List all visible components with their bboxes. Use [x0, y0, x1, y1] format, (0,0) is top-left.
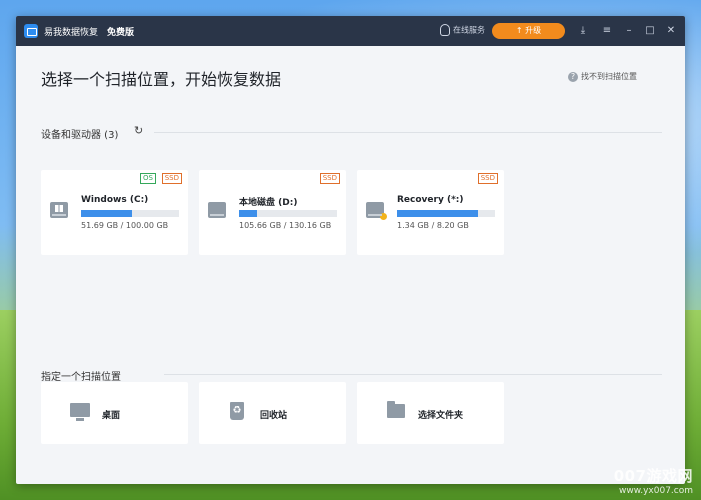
app-window: 易我数据恢复 免费版 在线服务 ↑ 升级 ⤓ ≡ – □ ✕ 选择一个扫描位置，…: [16, 16, 685, 484]
watermark-title: 007游戏网: [613, 467, 693, 485]
drive-name: 本地磁盘 (D:): [239, 198, 298, 208]
download-icon[interactable]: ⤓: [577, 25, 589, 37]
os-tag: OS: [140, 173, 156, 184]
location-select-folder[interactable]: 选择文件夹: [357, 382, 504, 444]
locked-drive-icon: [366, 202, 387, 220]
question-icon: ?: [568, 71, 578, 82]
usage-bar-fill: [239, 210, 257, 217]
windows-drive-icon: [50, 202, 68, 218]
online-service-button[interactable]: 在线服务: [440, 24, 485, 36]
online-service-label: 在线服务: [453, 25, 485, 35]
devices-section-title: 设备和驱动器 (3): [41, 130, 119, 141]
title-bar: 易我数据恢复 免费版 在线服务 ↑ 升级 ⤓ ≡ – □ ✕: [16, 16, 685, 46]
watermark-url: www.yx007.com: [618, 486, 693, 496]
arrow-up-icon: ↑: [515, 26, 523, 35]
minimize-icon[interactable]: –: [623, 25, 635, 37]
ssd-tag: SSD: [477, 173, 498, 184]
upgrade-label: 升级: [525, 26, 542, 35]
site-watermark: 007游戏网 www.yx007.com: [614, 465, 693, 496]
location-recycle-bin[interactable]: ♻ 回收站: [199, 382, 346, 444]
location-label: 桌面: [102, 411, 121, 421]
upgrade-button[interactable]: ↑ 升级: [492, 23, 565, 39]
location-section-title: 指定一个扫描位置: [41, 372, 121, 383]
drive-name: Windows (C:): [81, 195, 149, 205]
recycle-bin-icon: ♻: [230, 402, 244, 420]
devices-divider: [154, 132, 662, 133]
usage-bar-fill: [81, 210, 132, 217]
ssd-tag: SSD: [319, 173, 340, 184]
drive-name: Recovery (*:): [397, 195, 464, 205]
app-logo-icon: [24, 24, 38, 38]
menu-icon[interactable]: ≡: [601, 25, 613, 37]
drive-size: 51.69 GB / 100.00 GB: [81, 221, 169, 230]
location-label: 回收站: [260, 411, 288, 421]
lock-icon: [380, 213, 387, 220]
close-icon[interactable]: ✕: [665, 25, 677, 37]
desktop-icon: [70, 403, 90, 421]
location-label: 选择文件夹: [418, 411, 464, 421]
usage-bar: [81, 210, 179, 217]
ssd-tag: SSD: [161, 173, 182, 184]
support-icon: [440, 24, 450, 36]
usage-bar: [397, 210, 495, 217]
drive-size: 105.66 GB / 130.16 GB: [239, 221, 332, 230]
page-title: 选择一个扫描位置，开始恢复数据: [41, 70, 282, 89]
cannot-find-location-link[interactable]: ? 找不到扫描位置: [568, 71, 637, 82]
location-divider: [164, 374, 662, 375]
maximize-icon[interactable]: □: [644, 25, 656, 37]
drive-card-d[interactable]: SSD 本地磁盘 (D:) 105.66 GB / 130.16 GB: [199, 170, 346, 255]
location-desktop[interactable]: 桌面: [41, 382, 188, 444]
refresh-icon[interactable]: ↻: [134, 125, 144, 136]
drive-size: 1.34 GB / 8.20 GB: [397, 221, 469, 230]
app-title: 易我数据恢复: [44, 28, 99, 38]
usage-bar: [239, 210, 337, 217]
drive-card-c[interactable]: OS SSD Windows (C:) 51.69 GB / 100.00 GB: [41, 170, 188, 255]
usage-bar-fill: [397, 210, 479, 217]
folder-icon: [387, 401, 405, 418]
edition-label: 免费版: [107, 28, 135, 38]
hard-drive-icon: [208, 202, 226, 218]
help-link-label: 找不到扫描位置: [581, 72, 637, 81]
drive-card-recovery[interactable]: SSD Recovery (*:) 1.34 GB / 8.20 GB: [357, 170, 504, 255]
